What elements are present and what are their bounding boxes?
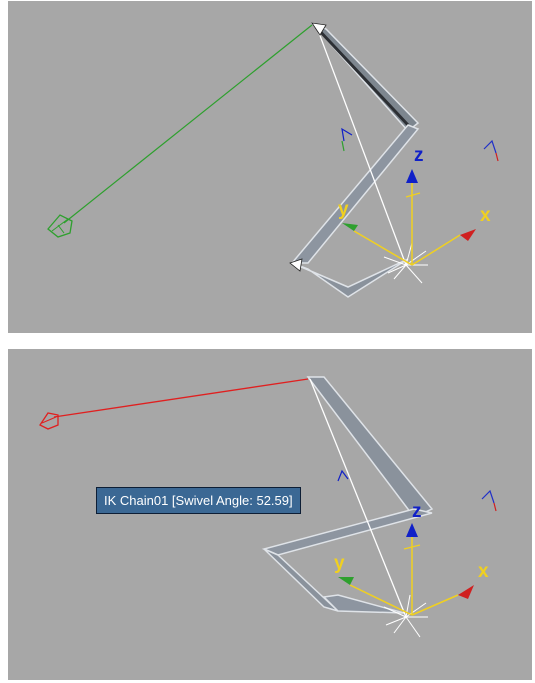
axis-label-y: y <box>334 553 345 574</box>
transform-gizmo-icon[interactable]: x y z <box>338 145 491 284</box>
ik-goal-line <box>309 378 407 618</box>
axis-label-x: x <box>480 205 491 226</box>
bone-upper[interactable] <box>306 376 434 518</box>
swivel-angle-tooltip: IK Chain01 [Swivel Angle: 52.59] <box>96 487 301 514</box>
joint-marker-bottom[interactable] <box>289 258 303 272</box>
bone-chain-icon[interactable] <box>289 22 420 298</box>
viewport-top[interactable]: x y z <box>8 1 532 333</box>
bone-lower[interactable] <box>291 258 409 298</box>
axis-label-y: y <box>338 199 349 220</box>
axis-label-z: z <box>412 501 422 522</box>
bone-middle[interactable] <box>290 124 420 264</box>
viewport-top-scene[interactable]: x y z <box>8 1 532 333</box>
viewport-bottom-scene[interactable]: x y z <box>8 349 532 680</box>
bone-lower[interactable] <box>263 548 339 612</box>
swivel-handle-icon[interactable] <box>39 378 309 430</box>
axis-label-z: z <box>414 145 424 166</box>
viewport-bottom[interactable]: x y z IK Chain01 [Swivel Angle: 52.59] <box>8 349 532 680</box>
swivel-handle-icon[interactable] <box>47 24 313 238</box>
axis-label-x: x <box>478 561 489 582</box>
transform-gizmo-icon[interactable]: x y z <box>334 501 489 638</box>
